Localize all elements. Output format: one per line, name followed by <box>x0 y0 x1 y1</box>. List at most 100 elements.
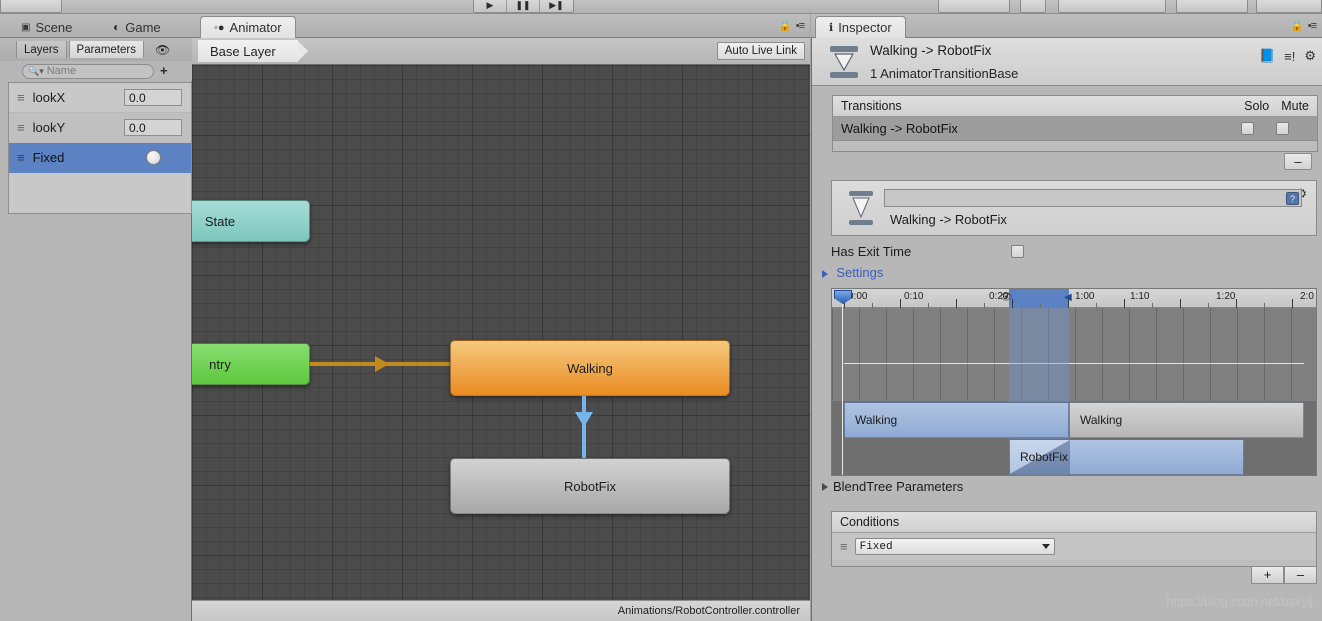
state-node-any-state[interactable]: State <box>192 200 310 242</box>
layers-dropdown[interactable] <box>938 0 1010 13</box>
remove-condition-label: – <box>1296 567 1305 582</box>
state-node-entry[interactable]: ntry <box>192 343 310 385</box>
add-condition-button[interactable]: + <box>1251 566 1284 584</box>
parameter-row-looky[interactable]: ≡ lookY 0.0 <box>9 113 191 143</box>
toolbar-button-left[interactable] <box>0 0 62 13</box>
inspector-tab-bar: ℹ Inspector 🔒 •≡ <box>811 14 1322 38</box>
edge-walking-to-robotfix[interactable] <box>582 396 586 458</box>
state-node-robotfix[interactable]: RobotFix <box>450 458 730 514</box>
remove-transition-label: – <box>1294 153 1302 169</box>
breadcrumb[interactable]: Base Layer <box>198 40 308 62</box>
inspector-menu-icon[interactable]: •≡ <box>1308 20 1317 32</box>
transition-start-marker-icon[interactable]: 👁 <box>1000 292 1013 304</box>
tab-inspector-label: Inspector <box>838 20 892 35</box>
mute-column-label: Mute <box>1281 99 1309 113</box>
condition-row[interactable]: ≡ Fixed <box>832 533 1316 560</box>
step-button[interactable]: ▶❚ <box>540 0 573 12</box>
lock-icon[interactable]: 🔒 <box>778 19 792 32</box>
transition-object-field[interactable]: ? <box>884 189 1302 207</box>
has-exit-time-label: Has Exit Time <box>831 244 912 259</box>
timeline-clip-walking-second[interactable]: Walking <box>1069 402 1304 438</box>
main-toolbar: ▶ ❚❚ ▶❚ <box>0 0 1322 14</box>
pause-button[interactable]: ❚❚ <box>507 0 540 12</box>
transition-list-row[interactable]: Walking -> RobotFix <box>833 117 1317 141</box>
gear-icon[interactable]: ⚙ <box>1304 48 1316 64</box>
mute-checkbox[interactable] <box>1276 122 1289 135</box>
parameters-subtab-row: Layers Parameters 👁 <box>0 38 192 61</box>
controller-path-label: Animations/RobotController.controller <box>617 605 800 617</box>
parameter-name: Fixed <box>32 150 65 165</box>
has-exit-time-checkbox[interactable] <box>1011 245 1024 258</box>
help-book-icon[interactable]: 📘 <box>1259 48 1275 64</box>
drag-handle-icon[interactable]: ≡ <box>17 150 25 165</box>
cloud-button[interactable] <box>1058 0 1166 13</box>
transition-detail-name: Walking -> RobotFix <box>890 212 1007 227</box>
parameter-value-input[interactable]: 0.0 <box>124 119 182 136</box>
timeline-ruler[interactable]: 0:00 0:10 0:20 1:00 1:10 1:20 2:0 👁 ◀ <box>832 289 1316 308</box>
inspector-title: Walking -> RobotFix <box>870 43 992 58</box>
add-condition-label: + <box>1263 567 1272 582</box>
inspector-header: Walking -> RobotFix 1 AnimatorTransition… <box>812 38 1322 86</box>
parameter-value-input[interactable]: 0.0 <box>124 89 182 106</box>
timeline-tick-label: 1:10 <box>1130 291 1150 302</box>
search-input[interactable]: 🔍▾ Name <box>22 63 154 79</box>
tab-inspector[interactable]: ℹ Inspector <box>815 16 906 38</box>
pause-icon: ❚❚ <box>515 0 531 10</box>
tab-scene[interactable]: ▣ Scene <box>8 16 85 38</box>
settings-foldout[interactable]: Settings <box>822 265 883 280</box>
timeline-selection-band[interactable] <box>1009 289 1069 308</box>
animator-graph-canvas[interactable]: State ntry Walking RobotFix <box>192 65 810 600</box>
condition-parameter-dropdown[interactable]: Fixed <box>854 538 1055 555</box>
tab-animator[interactable]: ◦● Animator <box>200 16 296 38</box>
tab-game[interactable]: ◐ Game <box>100 16 174 38</box>
add-parameter-button[interactable]: + <box>160 64 168 77</box>
layout-dropdown[interactable] <box>1176 0 1248 13</box>
inspector-subtitle: 1 AnimatorTransitionBase <box>870 66 1019 81</box>
transition-timeline[interactable]: 0:00 0:10 0:20 1:00 1:10 1:20 2:0 👁 ◀ Wa… <box>831 288 1317 476</box>
subtab-parameters[interactable]: Parameters <box>68 41 144 58</box>
transition-end-marker-icon[interactable]: ◀ <box>1064 292 1076 304</box>
scene-icon: ▣ <box>21 21 31 33</box>
conditions-box: Conditions ≡ Fixed <box>831 511 1317 567</box>
extra-dropdown[interactable] <box>1256 0 1322 13</box>
clip-label: RobotFix <box>1020 450 1069 464</box>
editor-tab-bar: ▣ Scene ◐ Game ◦● Animator 🔒 •≡ <box>0 14 810 38</box>
subtab-layers[interactable]: Layers <box>16 41 67 58</box>
timeline-clip-robotfix[interactable]: RobotFix <box>1009 439 1244 475</box>
drag-handle-icon[interactable]: ≡ <box>840 539 848 554</box>
blendtree-parameters-foldout[interactable]: BlendTree Parameters <box>822 479 963 494</box>
node-label: Walking <box>567 360 613 376</box>
parameter-row-lookx[interactable]: ≡ lookX 0.0 <box>9 83 191 113</box>
transitions-header-label: Transitions <box>841 99 902 113</box>
state-node-walking[interactable]: Walking <box>450 340 730 396</box>
tab-scene-label: Scene <box>35 19 73 35</box>
inspector-lock-icon[interactable]: 🔒 <box>1290 19 1304 32</box>
remove-condition-button[interactable]: – <box>1284 566 1317 584</box>
drag-handle-icon[interactable]: ≡ <box>17 120 25 135</box>
transition-icon <box>830 46 858 78</box>
tab-game-label: Game <box>125 19 161 35</box>
account-button[interactable] <box>1020 0 1046 13</box>
search-placeholder: Name <box>46 65 77 77</box>
playback-controls[interactable]: ▶ ❚❚ ▶❚ <box>473 0 574 13</box>
graph-header: Base Layer Auto Live Link <box>192 38 810 65</box>
blendtree-parameters-label: BlendTree Parameters <box>833 479 964 494</box>
play-button[interactable]: ▶ <box>474 0 507 12</box>
condition-parameter-label: Fixed <box>859 540 893 553</box>
subtab-layers-label: Layers <box>24 43 59 56</box>
timeline-clip-walking-source[interactable]: Walking <box>844 402 1069 438</box>
object-picker-icon[interactable]: ? <box>1286 192 1299 205</box>
auto-live-link-button[interactable]: Auto Live Link <box>716 42 805 60</box>
preset-icon[interactable]: ≡! <box>1284 49 1295 64</box>
hamburger-menu-icon[interactable]: •≡ <box>796 20 805 32</box>
solo-checkbox[interactable] <box>1241 122 1254 135</box>
parameter-row-fixed[interactable]: ≡ Fixed <box>9 143 191 173</box>
tab-animator-label: Animator <box>229 20 282 35</box>
clip-label: Walking <box>1080 413 1123 427</box>
trigger-radio-button[interactable] <box>146 150 161 165</box>
remove-transition-button[interactable]: – <box>1284 153 1312 170</box>
drag-handle-icon[interactable]: ≡ <box>17 90 25 105</box>
parameters-panel: Layers Parameters 👁 🔍▾ Name + ≡ lookX 0.… <box>0 38 192 621</box>
animation-curve <box>844 363 1304 364</box>
eye-icon[interactable]: 👁 <box>155 43 170 57</box>
